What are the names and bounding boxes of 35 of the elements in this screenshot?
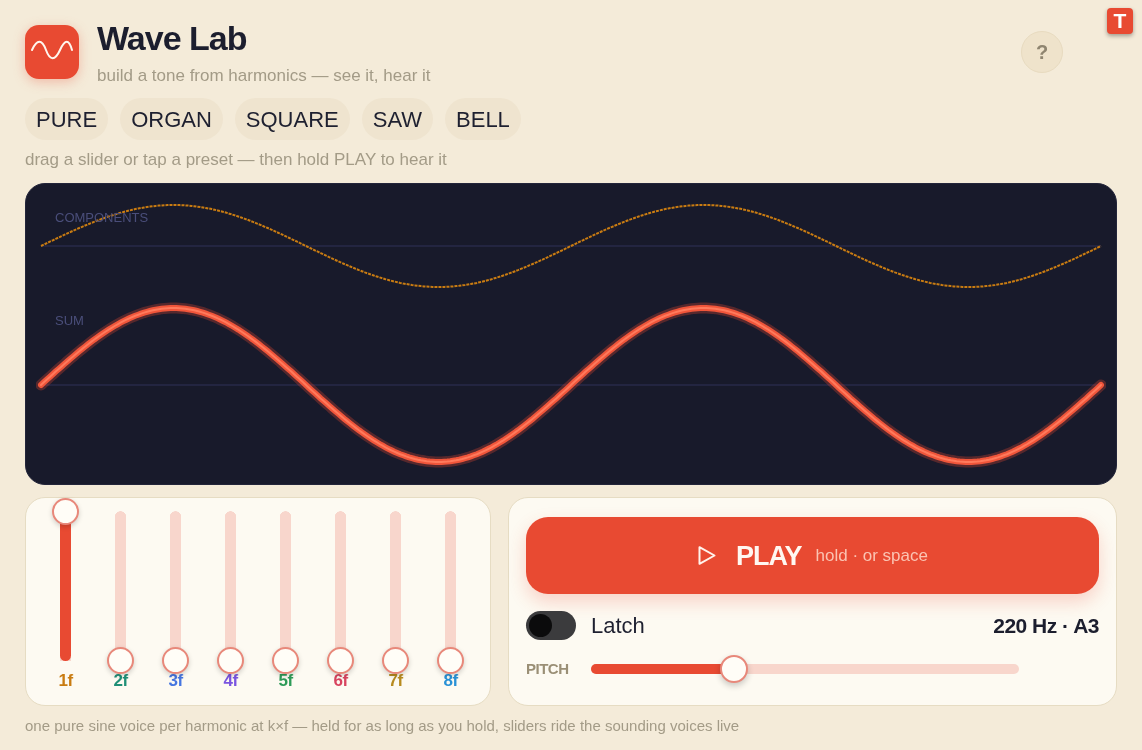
pitch-slider-thumb[interactable] xyxy=(719,655,748,683)
extension-button[interactable]: T xyxy=(1107,8,1133,34)
slider-thumb[interactable] xyxy=(437,647,464,674)
latch-toggle[interactable] xyxy=(526,611,576,640)
pitch-label: PITCH xyxy=(526,659,570,679)
play-button[interactable]: PLAY hold · or space xyxy=(526,517,1099,594)
slider-thumb[interactable] xyxy=(327,647,354,674)
harmonic-label: 5f xyxy=(278,672,293,690)
harmonic-label: 1f xyxy=(58,672,73,690)
preset-button[interactable]: SAW xyxy=(361,98,434,140)
frequency-readout: 220 Hz · A3 xyxy=(993,612,1099,639)
preset-button[interactable]: BELL xyxy=(445,98,521,140)
preset-button[interactable]: SQUARE xyxy=(234,98,350,140)
sine-wave-logo-icon xyxy=(25,25,79,79)
instruction-text: drag a slider or tap a preset — then hold PLAY to hear it xyxy=(25,149,448,171)
slider-thumb[interactable] xyxy=(217,647,244,674)
harmonic-label: 8f xyxy=(443,672,458,690)
app-subtitle: build a tone from harmonics — see it, hear it xyxy=(97,65,431,87)
harmonic-label: 7f xyxy=(388,672,403,690)
harmonic-label: 4f xyxy=(223,672,238,690)
slider-thumb[interactable] xyxy=(272,647,299,674)
harmonic-label: 6f xyxy=(333,672,348,690)
preset-button[interactable]: ORGAN xyxy=(120,98,223,140)
slider-thumb[interactable] xyxy=(52,498,79,525)
harmonic-label: 3f xyxy=(168,672,183,690)
app-title: Wave Lab xyxy=(97,18,248,58)
slider-thumb[interactable] xyxy=(107,647,134,674)
toggle-knob xyxy=(529,614,552,637)
footer-note: one pure sine voice per harmonic at k×f — held for as long as you hold, sliders ride the sounding voices live xyxy=(25,716,741,736)
slider-thumb[interactable] xyxy=(382,647,409,674)
harmonic-label: 2f xyxy=(113,672,128,690)
preset-button[interactable]: PURE xyxy=(25,98,109,140)
latch-label: Latch xyxy=(591,611,645,640)
slider-thumb[interactable] xyxy=(162,647,189,674)
play-icon xyxy=(697,544,717,567)
